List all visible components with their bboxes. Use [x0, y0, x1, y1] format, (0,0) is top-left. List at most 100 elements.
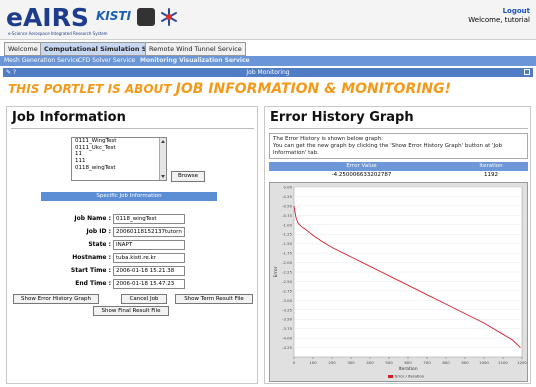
list-item[interactable]: 111	[72, 158, 166, 165]
description-line-2: You can get the new graph by clicking th…	[273, 143, 503, 156]
y-axis-label: Error	[273, 266, 279, 277]
logout-link[interactable]: Logout	[503, 7, 530, 15]
iteration-header: Iteration	[479, 163, 503, 169]
x-tick-label: 1000	[479, 360, 489, 365]
welcome-text: Welcome, tutorial	[468, 16, 530, 24]
job-id-row: Job ID : 20060118152137tutorn	[7, 227, 259, 237]
y-tick-label: -4.00	[282, 336, 292, 341]
y-tick-label: -1.00	[282, 222, 292, 227]
hostname-field[interactable]: tuba.kisti.re.kr	[113, 253, 185, 263]
list-item[interactable]: 0118_wingTest	[72, 165, 166, 172]
error-value-header: Error Value	[346, 163, 377, 169]
cancel-job-button[interactable]: Cancel Job	[121, 294, 167, 304]
state-label: State :	[88, 241, 111, 248]
y-tick-label: -2.50	[282, 279, 292, 284]
user-area: Logout Welcome, tutorial	[468, 7, 530, 25]
y-tick-label: -0.25	[282, 194, 292, 199]
banner-highlight: JOB INFORMATION & MONITORING!	[175, 81, 452, 97]
y-tick-label: -3.75	[282, 326, 292, 331]
table-row: -4.250006633202787 1192	[269, 171, 528, 180]
job-name-label: Job Name :	[74, 215, 111, 222]
y-tick-label: -3.50	[282, 317, 292, 322]
x-tick-label: 1200	[517, 360, 527, 365]
y-tick-label: -1.50	[282, 241, 292, 246]
error-history-title: Error History Graph	[270, 110, 414, 125]
kisti-logo: KISTI	[96, 9, 132, 23]
state-row: State : INAPT	[7, 240, 259, 250]
portlet-title-bar: ✎ ? Job Monitoring	[3, 68, 533, 77]
hostname-row: Hostname : tuba.kisti.re.kr	[7, 253, 259, 263]
show-term-result-button[interactable]: Show Term Result File	[175, 294, 253, 304]
job-name-field[interactable]: 0118_wingTest	[113, 214, 185, 224]
job-list-box[interactable]: 0111_WingTest 0111_Ukc_Test 11 111 0118_…	[71, 137, 167, 181]
description-line-1: The Error History is shown below graph.	[273, 136, 383, 142]
job-id-label: Job ID :	[86, 228, 111, 235]
show-error-history-button[interactable]: Show Error History Graph	[13, 294, 99, 304]
start-time-field[interactable]: 2006-01-18 15.21.38	[113, 266, 185, 276]
show-final-result-button[interactable]: Show Final Result File	[93, 306, 169, 316]
x-tick-label: 200	[328, 360, 336, 365]
divider	[11, 128, 254, 129]
end-time-label: End Time :	[75, 280, 111, 287]
portlet-edit-icon[interactable]: ✎ ?	[6, 68, 16, 77]
x-tick-label: 300	[347, 360, 355, 365]
main-tabs: Welcome Computational Simulation Service…	[0, 42, 536, 56]
scroll-up-icon[interactable]	[161, 140, 165, 143]
iteration-cell: 1192	[484, 172, 498, 178]
y-tick-label: -2.00	[282, 260, 292, 265]
app-header: eAIRS e-Science Aerospace Integrated Res…	[0, 0, 536, 40]
portlet-banner: THIS PORTLET IS ABOUT JOB INFORMATION & …	[8, 81, 451, 97]
emblem-icon	[137, 8, 155, 26]
y-tick-label: -4.25	[282, 345, 292, 350]
x-tick-label: 800	[442, 360, 450, 365]
y-tick-label: -3.00	[282, 298, 292, 303]
subtab-mesh-generation[interactable]: Mesh Generation Service	[4, 56, 79, 66]
y-tick-label: -2.75	[282, 288, 292, 293]
job-information-panel: Job Information 0111_WingTest 0111_Ukc_T…	[6, 106, 258, 384]
list-item[interactable]: 11	[72, 151, 166, 158]
logo-subtitle: e-Science Aerospace Integrated Research …	[8, 31, 108, 36]
x-tick-label: 700	[423, 360, 431, 365]
error-history-chart: 0.00 -0.25 -0.50 -0.75 -1.00 -1.25 -1.50 -1.75 -…	[269, 182, 528, 382]
list-item[interactable]: 0111_Ukc_Test	[72, 145, 166, 152]
list-item[interactable]: 0111_WingTest	[72, 138, 166, 145]
x-tick-label: 100	[309, 360, 317, 365]
subtab-cfd-solver[interactable]: CFD Solver Service	[78, 56, 135, 66]
start-time-label: Start Time :	[70, 267, 111, 274]
y-tick-label: 0.00	[284, 185, 293, 190]
scroll-down-icon[interactable]	[161, 175, 165, 178]
y-tick-label: -2.25	[282, 270, 292, 275]
snowflake-emblem-icon	[161, 8, 177, 26]
maximize-icon[interactable]	[524, 69, 530, 75]
browse-button[interactable]: Browse	[171, 171, 205, 182]
tab-welcome[interactable]: Welcome	[4, 42, 42, 56]
tab-remote-wind-tunnel[interactable]: Remote Wind Tunnel Service	[145, 42, 246, 56]
x-tick-label: 600	[404, 360, 412, 365]
error-table-header: Error Value Iteration	[269, 162, 528, 171]
job-name-row: Job Name : 0118_wingTest	[7, 214, 259, 224]
end-time-row: End Time : 2006-01-18 15.47.23	[7, 279, 259, 289]
error-table: Error Value Iteration -4.250006633202787…	[269, 162, 528, 180]
subtab-monitoring-visualization[interactable]: Monitoring Visualization Service	[140, 56, 250, 66]
y-tick-label: -1.25	[282, 232, 292, 237]
state-field[interactable]: INAPT	[113, 240, 185, 250]
y-tick-label: -1.75	[282, 251, 292, 256]
graph-description: The Error History is shown below graph. …	[269, 133, 528, 159]
legend-label: Error / Iteration	[395, 374, 425, 379]
sub-tabs: Mesh Generation Service CFD Solver Servi…	[0, 56, 536, 66]
end-time-field[interactable]: 2006-01-18 15.47.23	[113, 279, 185, 289]
hostname-label: Hostname :	[72, 254, 111, 261]
error-value-cell: -4.250006633202787	[331, 172, 392, 178]
x-tick-label: 0	[293, 360, 296, 365]
list-scrollbar[interactable]	[159, 138, 166, 180]
x-axis-label: Iteration	[398, 366, 417, 372]
start-time-row: Start Time : 2006-01-18 15.21.38	[7, 266, 259, 276]
divider	[269, 128, 528, 129]
legend-swatch	[388, 375, 393, 378]
y-tick-label: -3.25	[282, 307, 292, 312]
x-tick-label: 400	[366, 360, 374, 365]
job-id-field[interactable]: 20060118152137tutorn	[113, 227, 185, 237]
eairs-logo[interactable]: eAIRS	[6, 3, 89, 32]
x-tick-label: 900	[461, 360, 469, 365]
y-tick-label: -0.75	[282, 213, 292, 218]
